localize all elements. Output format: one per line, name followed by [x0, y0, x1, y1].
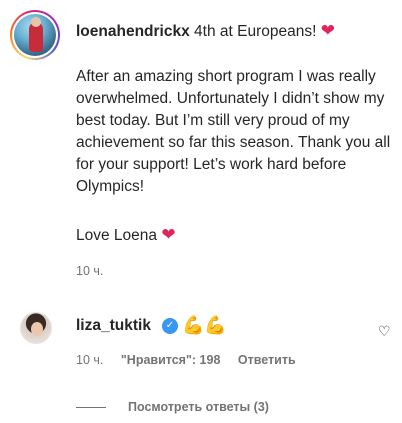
post-caption: loenahendrickx 4th at Europeans! ❤ After…: [10, 8, 402, 288]
commenter-avatar[interactable]: [20, 312, 52, 344]
view-replies-label[interactable]: Посмотреть ответы (3): [128, 400, 269, 414]
reply-button[interactable]: Ответить: [238, 353, 296, 367]
caption-header: loenahendrickx 4th at Europeans! ❤: [76, 20, 396, 43]
caption-signoff: Love Loena ❤: [76, 224, 176, 247]
heart-emoji-icon: ❤: [161, 225, 176, 244]
post-author-avatar[interactable]: [10, 10, 60, 60]
commenter-username[interactable]: liza_tuktik: [76, 316, 151, 336]
caption-headline: 4th at Europeans!: [189, 23, 321, 40]
verified-badge-icon: ✓: [162, 318, 178, 334]
post-timestamp[interactable]: 10 ч.: [76, 264, 103, 278]
comment: liza_tuktik ✓ 💪💪 ♡ 10 ч. "Нравится": 198…: [0, 305, 402, 375]
caption-body: After an amazing short program I was rea…: [76, 68, 391, 195]
signoff-text: Love Loena: [76, 227, 162, 244]
comment-likes-count[interactable]: "Нравится": 198: [121, 353, 221, 367]
avatar-photo: [14, 14, 56, 56]
muscle-emoji-icon: 💪💪: [182, 315, 227, 335]
heart-emoji-icon: ❤: [320, 21, 335, 40]
comment-timestamp[interactable]: 10 ч.: [76, 353, 103, 367]
post-author-username[interactable]: loenahendrickx: [76, 23, 190, 40]
comment-meta: 10 ч. "Нравится": 198 Ответить: [76, 353, 310, 367]
like-heart-icon[interactable]: ♡: [378, 323, 391, 340]
view-replies-button[interactable]: Посмотреть ответы (3): [76, 398, 269, 416]
divider-line: [76, 406, 106, 408]
